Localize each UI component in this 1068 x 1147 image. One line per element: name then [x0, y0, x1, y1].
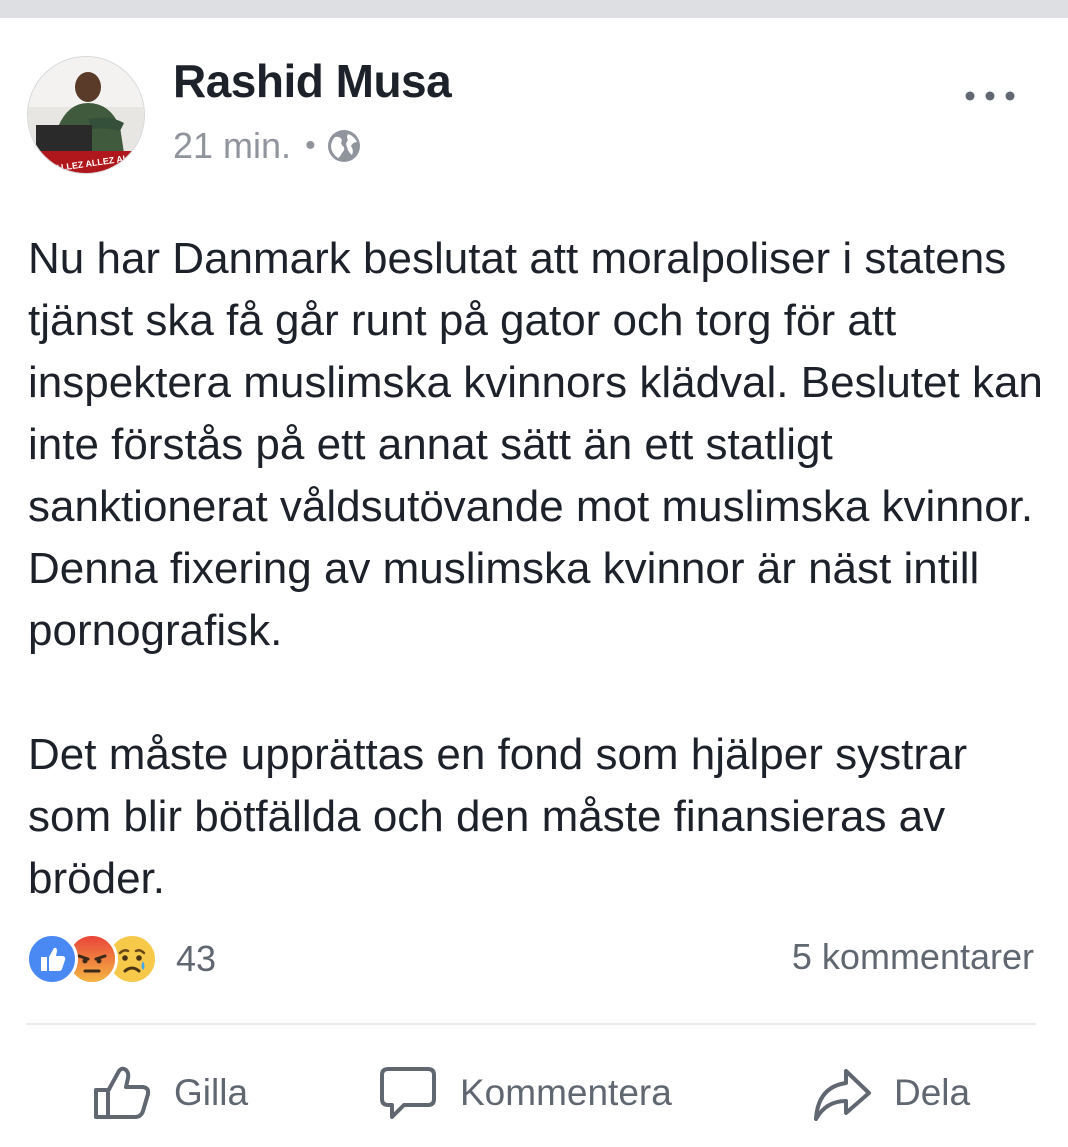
- comments-count-link[interactable]: 5 kommentarer: [792, 936, 1034, 978]
- comment-button[interactable]: Kommentera: [378, 1058, 672, 1128]
- thumbs-up-icon: [94, 1066, 151, 1119]
- share-label: Dela: [894, 1072, 971, 1113]
- like-button[interactable]: Gilla: [92, 1058, 248, 1128]
- post-meta: 21 min. •: [173, 124, 362, 168]
- top-gray-strip: [0, 0, 1068, 18]
- reaction-count: 43: [176, 938, 217, 979]
- comment-bubble-icon: [380, 1067, 436, 1119]
- feed-post: ALLEZ ALLEZ ALL Rashid Musa 21 min. • Nu…: [0, 18, 1068, 1147]
- post-time[interactable]: 21 min.: [173, 125, 291, 167]
- meta-separator: •: [305, 129, 316, 162]
- reactions-summary[interactable]: 43: [26, 932, 216, 986]
- post-paragraph-2: Det måste upprättas en fond som hjälper …: [28, 730, 968, 903]
- avatar-photo: ALLEZ ALLEZ ALL: [28, 57, 144, 173]
- actions-divider: [26, 1023, 1036, 1025]
- like-reaction-icon: [26, 933, 78, 985]
- globe-icon: [327, 130, 360, 162]
- post-body: Nu har Danmark beslutat att moralpoliser…: [28, 228, 1048, 910]
- more-options-button[interactable]: [958, 76, 1022, 116]
- action-bar: Gilla Kommentera Dela: [0, 1058, 1068, 1128]
- comment-label: Kommentera: [460, 1072, 672, 1113]
- post-paragraph-1: Nu har Danmark beslutat att moralpoliser…: [28, 234, 1043, 655]
- more-options-icon: [965, 91, 1015, 101]
- like-label: Gilla: [174, 1072, 249, 1113]
- author-name[interactable]: Rashid Musa: [173, 54, 452, 108]
- share-arrow-icon: [814, 1069, 871, 1121]
- share-button[interactable]: Dela: [812, 1058, 970, 1128]
- avatar[interactable]: ALLEZ ALLEZ ALL: [27, 56, 145, 174]
